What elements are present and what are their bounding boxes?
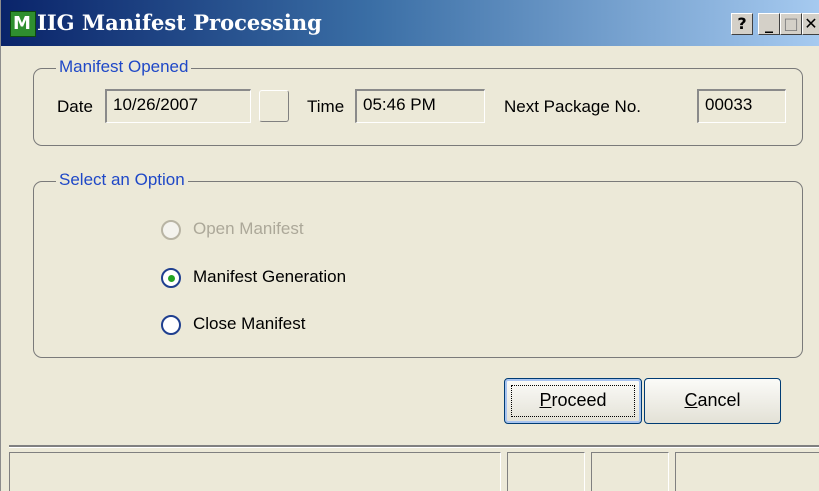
app-icon: M <box>10 11 36 37</box>
window-title: IIG Manifest Processing <box>37 10 322 35</box>
manifest-generation-radio[interactable] <box>161 268 181 288</box>
status-panel-2 <box>507 452 585 491</box>
cancel-mnemonic: C <box>684 390 698 410</box>
select-option-legend: Select an Option <box>56 170 188 190</box>
cancel-button[interactable]: Cancel <box>644 378 781 424</box>
minimize-button[interactable]: _ <box>758 13 780 35</box>
open-manifest-label: Open Manifest <box>193 219 304 238</box>
manifest-generation-label[interactable]: Manifest Generation <box>193 267 346 287</box>
time-label: Time <box>307 97 345 116</box>
proceed-button[interactable]: Proceed <box>504 378 642 424</box>
cancel-label: ancel <box>697 390 741 410</box>
close-manifest-label[interactable]: Close Manifest <box>193 314 305 334</box>
close-button[interactable]: ✕ <box>802 13 819 35</box>
help-button[interactable]: ? <box>731 13 753 35</box>
calendar-button[interactable] <box>259 90 289 122</box>
manifest-opened-legend: Manifest Opened <box>56 57 192 77</box>
maximize-button[interactable]: □ <box>780 13 802 35</box>
title-bar[interactable]: M IIG Manifest Processing ? _ □ ✕ <box>1 0 819 46</box>
close-manifest-radio[interactable] <box>161 315 181 335</box>
next-package-label: Next Package No. <box>504 97 642 116</box>
status-panel-3 <box>591 452 669 491</box>
open-manifest-radio <box>161 220 181 240</box>
status-panel-4 <box>675 452 819 491</box>
manifest-processing-window: M IIG Manifest Processing ? _ □ ✕ Manife… <box>0 0 819 491</box>
date-field[interactable]: 10/26/2007 <box>105 89 251 123</box>
time-field[interactable]: 05:46 PM <box>355 89 485 123</box>
select-option-group: Select an Option <box>33 170 803 358</box>
status-separator <box>9 445 819 448</box>
date-label: Date <box>57 97 93 116</box>
next-package-field[interactable]: 00033 <box>697 89 786 123</box>
status-panel-main <box>9 452 501 491</box>
